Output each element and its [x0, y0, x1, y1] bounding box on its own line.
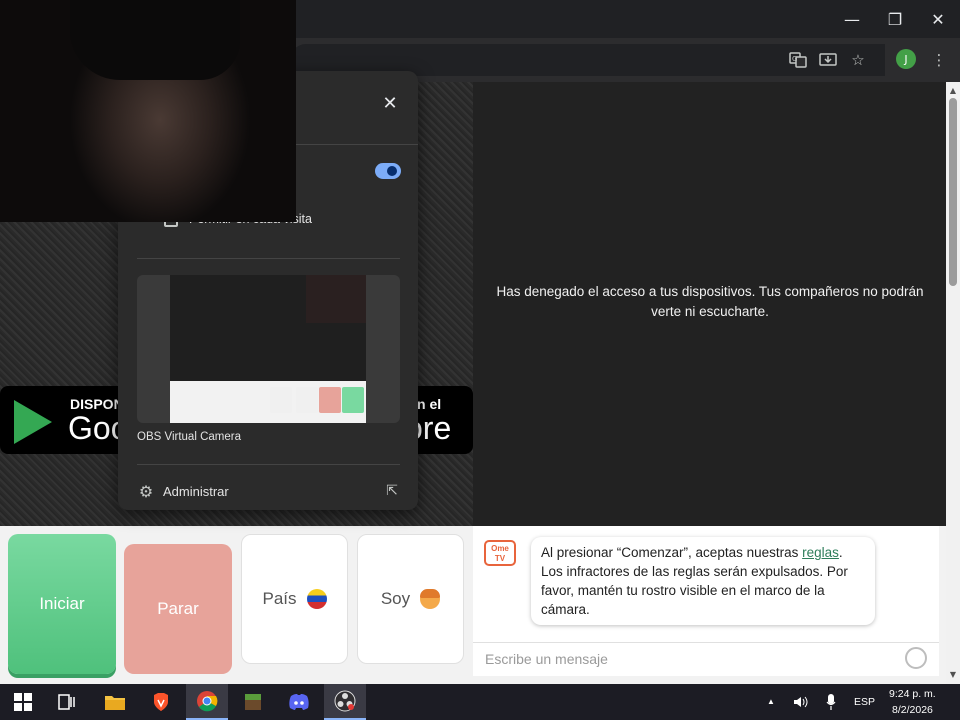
preview-tile: [319, 387, 341, 413]
volume-icon: [794, 696, 808, 708]
ometv-logo: Ome TV: [484, 540, 516, 566]
gear-glyph: ⚙: [138, 481, 154, 501]
stop-label: Parar: [157, 599, 199, 618]
preview-tile: [270, 387, 292, 413]
restore-icon: ❐: [887, 9, 903, 29]
scroll-thumb[interactable]: [949, 98, 957, 286]
camera-preview: [137, 275, 400, 423]
scroll-up-icon[interactable]: ▲: [946, 84, 960, 98]
discord-icon: [289, 694, 309, 710]
start-button[interactable]: Iniciar: [8, 534, 116, 674]
stop-button[interactable]: Parar: [124, 544, 232, 674]
person-emoji-icon: [420, 589, 441, 609]
translate-icon: G: [789, 52, 807, 68]
start-label: Iniciar: [39, 594, 85, 613]
translate-button[interactable]: G: [786, 48, 810, 72]
file-explorer-button[interactable]: [94, 684, 136, 720]
venezuela-flag-icon: [306, 589, 327, 609]
file-explorer-icon: [105, 696, 125, 710]
chrome-button[interactable]: [186, 684, 228, 720]
svg-text:G: G: [792, 55, 797, 63]
clock-time[interactable]: 9:24 p. m.: [889, 688, 936, 700]
popup-close-button[interactable]: ✕: [380, 92, 400, 114]
camera-name-label: OBS Virtual Camera: [137, 431, 241, 443]
preview-tile: [342, 387, 364, 413]
windows-start-icon: [14, 693, 32, 711]
preview-tile: [296, 387, 318, 413]
brave-button[interactable]: [140, 684, 182, 720]
manage-link[interactable]: Administrar: [163, 484, 229, 499]
message-placeholder: Escribe un mensaje: [485, 651, 608, 667]
minimize-button[interactable]: —: [829, 0, 875, 38]
device-denied-message: Has denegado el acceso a tus dispositivo…: [496, 284, 924, 319]
google-play-icon: [14, 400, 52, 444]
microphone-icon: [826, 694, 836, 710]
task-view-button[interactable]: [46, 684, 88, 720]
gender-label: Soy: [380, 589, 411, 608]
install-app-icon: [819, 53, 837, 66]
close-window-button[interactable]: ✕: [915, 0, 960, 38]
rules-message: Al presionar “Comenzar”, aceptas nuestra…: [531, 537, 875, 625]
rules-link[interactable]: reglas: [802, 545, 839, 560]
clock-date[interactable]: 8/2/2026: [892, 704, 933, 716]
restore-button[interactable]: ❐: [872, 0, 918, 38]
popup-divider: [137, 258, 400, 259]
minecraft-icon: [245, 694, 261, 710]
obs-button[interactable]: [324, 684, 366, 720]
open-external-glyph: ⇱: [386, 483, 398, 499]
preview-webcam: [306, 275, 366, 323]
country-label: País: [262, 589, 297, 608]
tray-overflow-icon[interactable]: ▲: [767, 697, 775, 706]
google-play-badge[interactable]: DISPON Goo: [0, 386, 130, 454]
bookmark-button[interactable]: ☆: [846, 48, 870, 72]
start-button-taskbar[interactable]: [2, 684, 44, 720]
close-icon: ✕: [382, 92, 398, 114]
star-icon: ☆: [851, 51, 865, 69]
minimize-icon: —: [844, 9, 860, 29]
brave-icon: [154, 693, 168, 711]
toggle-knob: [387, 166, 397, 176]
country-button[interactable]: País: [241, 534, 348, 664]
kebab-menu-icon: ⋮: [931, 51, 947, 69]
popup-divider: [137, 464, 400, 465]
close-icon: ✕: [931, 9, 945, 29]
install-app-button[interactable]: [816, 48, 840, 72]
gear-icon: ⚙: [137, 481, 155, 501]
message-input[interactable]: Escribe un mensaje: [473, 642, 939, 676]
emoji-picker-icon[interactable]: [905, 647, 927, 669]
language-indicator[interactable]: ESP: [854, 696, 875, 708]
ometv-logo-text-2: TV: [494, 554, 506, 563]
microphone-button[interactable]: [818, 684, 844, 720]
minecraft-button[interactable]: [232, 684, 274, 720]
rules-prefix: Al presionar “Comenzar”, aceptas nuestra…: [541, 545, 803, 560]
discord-button[interactable]: [278, 684, 320, 720]
open-external-icon[interactable]: ⇱: [383, 482, 401, 500]
webcam-hair: [70, 0, 240, 80]
ometv-logo-text-1: Ome: [491, 544, 509, 553]
scroll-down-icon[interactable]: ▼: [946, 668, 960, 682]
gender-button[interactable]: Soy: [357, 534, 464, 664]
profile-avatar[interactable]: J: [896, 49, 916, 69]
obs-icon: [334, 690, 356, 712]
task-view-icon: [58, 694, 75, 710]
chrome-menu-button[interactable]: ⋮: [927, 48, 951, 72]
profile-initial: J: [904, 52, 908, 66]
volume-button[interactable]: [788, 684, 814, 720]
chrome-icon: [197, 691, 218, 712]
webcam-overlay: [0, 0, 296, 222]
